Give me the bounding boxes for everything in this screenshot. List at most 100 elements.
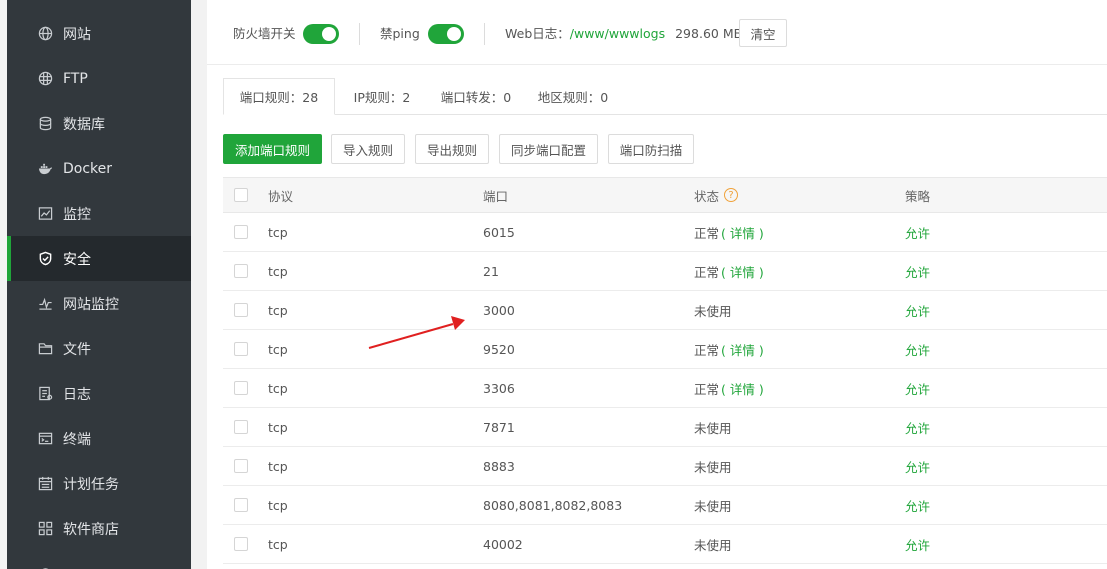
status-detail-link[interactable]: ( 详情 ) <box>721 223 764 242</box>
tab-ip-rules[interactable]: IP规则：2 <box>335 78 429 114</box>
status-text: 正常 <box>694 225 720 241</box>
pulse-icon <box>37 296 53 312</box>
cell-status: 正常( 详情 ) <box>694 252 764 290</box>
row-checkbox[interactable] <box>234 225 248 239</box>
column-header-status: 状态? <box>694 178 739 212</box>
tab-port-rules[interactable]: 端口规则：28 <box>223 78 335 115</box>
status-header-label: 状态 <box>694 188 720 204</box>
help-icon[interactable]: ? <box>724 188 739 202</box>
sidebar-item-label: 计划任务 <box>63 476 119 493</box>
cell-status: 未使用 <box>694 447 732 485</box>
sidebar-item-label: 网站 <box>63 26 91 43</box>
sidebar-item-ftp[interactable]: FTP <box>7 56 191 101</box>
table-row[interactable]: tcp 40002 未使用 允许 <box>223 525 1107 564</box>
row-checkbox[interactable] <box>234 498 248 512</box>
sidebar-item-label: 网站监控 <box>63 296 119 313</box>
calendar-icon <box>37 476 53 492</box>
status-text: 未使用 <box>694 498 732 514</box>
row-checkbox[interactable] <box>234 264 248 278</box>
cell-status: 未使用 <box>694 291 732 329</box>
sidebar-item-label: FTP <box>63 70 88 87</box>
cell-port: 9520 <box>483 341 515 357</box>
sidebar-item-database[interactable]: 数据库 <box>7 101 191 146</box>
cell-port: 21 <box>483 263 499 279</box>
cell-status: 未使用 <box>694 525 732 563</box>
status-detail-link[interactable]: ( 详情 ) <box>721 340 764 359</box>
sidebar-item-terminal[interactable]: 终端 <box>7 416 191 461</box>
sidebar: 网站 FTP 数据库 Docker 监控 安全 网站监控 文件 日志 终端 计划… <box>7 0 191 569</box>
status-text: 未使用 <box>694 420 732 436</box>
cell-status: 未使用 <box>694 408 732 446</box>
left-edge-strip <box>0 0 7 569</box>
table-row[interactable]: tcp 7871 未使用 允许 <box>223 408 1107 447</box>
table-row[interactable]: tcp 8883 未使用 允许 <box>223 447 1107 486</box>
cell-status: 未使用 <box>694 486 732 524</box>
status-text: 正常 <box>694 381 720 397</box>
table-row[interactable]: tcp 8080,8081,8082,8083 未使用 允许 <box>223 486 1107 525</box>
sidebar-item-logs[interactable]: 日志 <box>7 371 191 416</box>
sidebar-item-app-store[interactable]: 软件商店 <box>7 506 191 551</box>
terminal-icon <box>37 431 53 447</box>
cell-policy: 允许 <box>905 537 931 553</box>
status-detail-link[interactable]: ( 详情 ) <box>721 379 764 398</box>
sidebar-item-files[interactable]: 文件 <box>7 326 191 371</box>
column-header-port: 端口 <box>483 188 509 204</box>
cell-policy: 允许 <box>905 381 931 397</box>
cell-port: 8080,8081,8082,8083 <box>483 497 623 513</box>
export-rules-button[interactable]: 导出规则 <box>415 134 489 164</box>
tab-port-forward[interactable]: 端口转发：0 <box>429 78 523 114</box>
sidebar-item-label: Docker <box>63 160 113 177</box>
sidebar-item-site-monitor[interactable]: 网站监控 <box>7 281 191 326</box>
status-detail-link[interactable]: ( 详情 ) <box>721 262 764 281</box>
ping-toggle[interactable] <box>428 24 464 44</box>
sidebar-item-cron[interactable]: 计划任务 <box>7 461 191 506</box>
cell-policy: 允许 <box>905 498 931 514</box>
cell-status: 正常( 详情 ) <box>694 330 764 368</box>
sidebar-item-docker[interactable]: Docker <box>7 146 191 191</box>
sidebar-item-website[interactable]: 网站 <box>7 11 191 56</box>
sync-port-config-button[interactable]: 同步端口配置 <box>499 134 598 164</box>
docker-icon <box>37 161 53 177</box>
row-checkbox[interactable] <box>234 459 248 473</box>
table-row[interactable]: tcp 3306 正常( 详情 ) 允许 <box>223 369 1107 408</box>
table-row[interactable]: tcp 21 正常( 详情 ) 允许 <box>223 252 1107 291</box>
import-rules-button[interactable]: 导入规则 <box>331 134 405 164</box>
cell-status: 正常( 详情 ) <box>694 213 764 251</box>
cell-protocol: tcp <box>268 224 288 240</box>
sidebar-item-monitor[interactable]: 监控 <box>7 191 191 236</box>
cell-protocol: tcp <box>268 419 288 435</box>
row-checkbox[interactable] <box>234 303 248 317</box>
select-all-checkbox[interactable] <box>234 188 248 202</box>
table-row[interactable]: tcp 3000 未使用 允许 <box>223 291 1107 330</box>
cell-policy: 允许 <box>905 420 931 436</box>
weblog-path-link[interactable]: /www/wwwlogs <box>570 26 665 41</box>
weblog-label: Web日志： <box>505 26 570 41</box>
sidebar-item-security[interactable]: 安全 <box>7 236 191 281</box>
sidebar-item-label: 文件 <box>63 341 91 358</box>
sidebar-item-partial <box>7 551 191 569</box>
clear-log-button[interactable]: 清空 <box>739 19 787 47</box>
cell-port: 40002 <box>483 536 523 552</box>
cell-protocol: tcp <box>268 380 288 396</box>
cell-protocol: tcp <box>268 263 288 279</box>
cell-port: 7871 <box>483 419 515 435</box>
database-icon <box>37 116 53 132</box>
row-checkbox[interactable] <box>234 537 248 551</box>
ping-switch-label: 禁ping <box>380 26 420 41</box>
rules-tabs: 端口规则：28 IP规则：2 端口转发：0 地区规则：0 <box>223 78 1107 115</box>
row-checkbox[interactable] <box>234 381 248 395</box>
cell-port: 8883 <box>483 458 515 474</box>
weblog-size: 298.60 MB <box>675 26 743 41</box>
firewall-toggle[interactable] <box>303 24 339 44</box>
cell-protocol: tcp <box>268 341 288 357</box>
row-checkbox[interactable] <box>234 342 248 356</box>
add-port-rule-button[interactable]: 添加端口规则 <box>223 134 322 164</box>
row-checkbox[interactable] <box>234 420 248 434</box>
port-anti-scan-button[interactable]: 端口防扫描 <box>608 134 694 164</box>
table-row[interactable]: tcp 9520 正常( 详情 ) 允许 <box>223 330 1107 369</box>
shield-icon <box>37 251 53 267</box>
cell-port: 6015 <box>483 224 515 240</box>
table-row[interactable]: tcp 6015 正常( 详情 ) 允许 <box>223 213 1107 252</box>
status-text: 未使用 <box>694 303 732 319</box>
tab-region-rules[interactable]: 地区规则：0 <box>523 78 623 114</box>
